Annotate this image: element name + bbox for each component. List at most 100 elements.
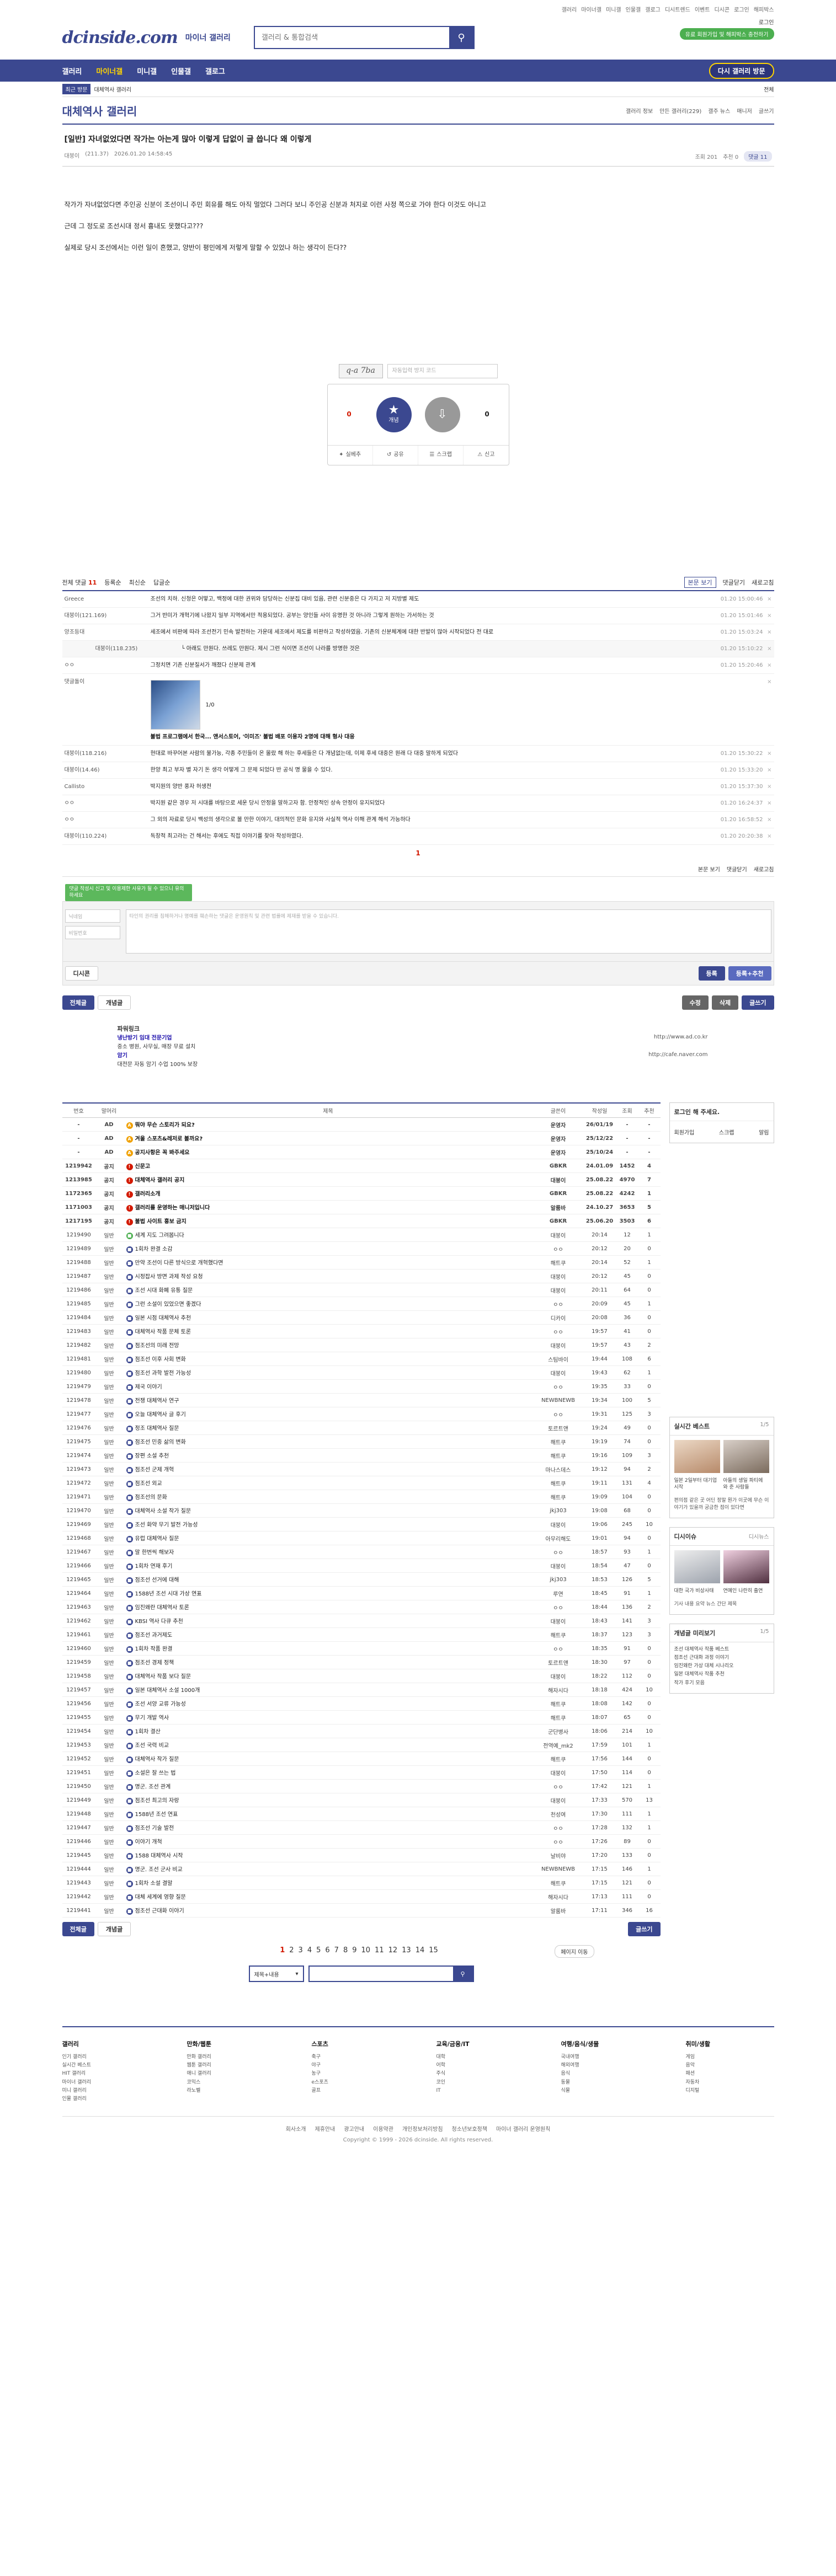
page-number[interactable]: 4 — [307, 1946, 312, 1954]
post-title-link[interactable]: 1회차 완결 소감 — [135, 1246, 173, 1252]
close-icon[interactable]: × — [763, 766, 771, 774]
search-icon[interactable]: ⚲ — [452, 1967, 473, 1981]
close-comments-button[interactable]: 댓글닫기 — [727, 865, 747, 873]
post-title-link[interactable]: 1588년 조선 연표 — [135, 1812, 178, 1818]
page-number[interactable]: 3 — [299, 1946, 303, 1954]
post-comment-count[interactable]: 댓글 11 — [744, 151, 772, 162]
close-icon[interactable]: × — [763, 816, 771, 824]
footer-link[interactable]: 주식 — [436, 2070, 525, 2078]
footer-column-title[interactable]: 스포츠 — [312, 2039, 400, 2050]
table-row[interactable]: 1219475 일반 ■ 점조선 민중 삶의 변화 해트쿠 19:19 74 0 — [62, 1434, 661, 1449]
table-row[interactable]: 1219462 일반 ■ KBSI 역사 다큐 추천 대붕이 18:43 141 3 — [62, 1614, 661, 1629]
close-icon[interactable]: × — [763, 612, 771, 620]
post-title-link[interactable]: 일본 시점 대체역사 추천 — [135, 1315, 191, 1321]
table-row[interactable]: 1219487 일반 ■ 시정잡사 방면 과제 작성 요청 대붕이 20:12 45 0 — [62, 1269, 661, 1284]
footer-link[interactable]: 자동차 — [686, 2079, 774, 2087]
page-number[interactable]: 10 — [361, 1946, 371, 1954]
ad-url[interactable]: http://www.ad.co.kr — [654, 1033, 708, 1042]
post-title-link[interactable]: 장편 소설 추천 — [135, 1453, 169, 1459]
cast-item[interactable]: 일본 대체역사 작품 추천 — [674, 1670, 769, 1679]
post-title-cell[interactable]: ■ 조선 국력 비교 — [123, 1738, 534, 1753]
best-page[interactable]: 1/5 — [760, 1422, 769, 1431]
post-title-link[interactable]: 이야기 개척 — [135, 1839, 162, 1845]
page-number[interactable]: 11 — [375, 1946, 384, 1954]
table-row[interactable]: 1219476 일반 ■ 정조 대체역사 질문 토르트앤 19:24 49 0 — [62, 1421, 661, 1436]
cell-writer[interactable]: 운영자 — [533, 1145, 583, 1160]
post-title-link[interactable]: 대체역사 작가 질문 — [135, 1756, 179, 1763]
close-icon[interactable]: × — [763, 749, 771, 758]
post-title-cell[interactable]: ■ 대체역사 소설 작가 질문 — [123, 1503, 534, 1518]
cell-writer[interactable]: 토르트앤 — [533, 1655, 583, 1670]
post-title-cell[interactable]: ■ 1회차 소설 결말 — [123, 1876, 534, 1891]
post-title-cell[interactable]: ■ 조선 시대 화폐 유통 질문 — [123, 1283, 534, 1298]
footer-column-title[interactable]: 여행/음식/생물 — [561, 2039, 649, 2050]
down-button[interactable]: ⇩ — [424, 397, 460, 432]
footer-column-title[interactable]: 교육/금융/IT — [436, 2039, 525, 2050]
post-title-link[interactable]: 1회차 결산 — [135, 1729, 161, 1735]
cell-writer[interactable]: 해자시다 — [533, 1889, 583, 1904]
cell-writer[interactable]: 해트쿠 — [533, 1490, 583, 1504]
search-input[interactable] — [254, 27, 449, 48]
post-title-link[interactable]: 1회차 연재 후기 — [135, 1563, 173, 1570]
post-title-link[interactable]: 점조선 민중 삶의 변화 — [135, 1439, 186, 1445]
close-icon[interactable]: × — [763, 783, 771, 791]
recommend-button[interactable]: ★ 개념 — [376, 397, 412, 432]
footer-bottom-link[interactable]: 청소년보호정책 — [452, 2124, 487, 2133]
cell-writer[interactable]: 대붕이 — [533, 1614, 583, 1629]
vote-action-button[interactable]: ↺ 공유 — [373, 445, 418, 465]
footer-link[interactable]: 코믹스 — [187, 2079, 275, 2087]
site-logo[interactable]: dcinside.com — [62, 28, 178, 47]
top-util-link[interactable]: 인물갤 — [626, 5, 641, 13]
scrap-link[interactable]: 스크랩 — [719, 1128, 734, 1136]
post-title-link[interactable]: 조선 서양 교류 가능성 — [135, 1701, 186, 1707]
captcha-input[interactable]: 자동입력 방지 코드 — [387, 363, 498, 378]
cell-writer[interactable]: 해트쿠 — [533, 1255, 583, 1270]
post-title-cell[interactable]: ■ 전쟁 대체역사 연구 — [123, 1393, 534, 1408]
cell-writer[interactable]: jkj303 — [533, 1572, 583, 1587]
footer-column-title[interactable]: 취미/생활 — [686, 2039, 774, 2050]
cast-item[interactable]: 조선 대체역사 작품 베스트 — [674, 1646, 769, 1654]
post-title-link[interactable]: 정조 대체역사 질문 — [135, 1426, 179, 1432]
post-title-cell[interactable]: ■ 무기 개발 역사 — [123, 1710, 534, 1725]
table-row[interactable]: 1219473 일반 ■ 점조선 군제 개혁 마나스데스 19:12 94 2 — [62, 1462, 661, 1477]
page-number[interactable]: 8 — [343, 1946, 348, 1954]
post-title-cell[interactable]: ■ KBSI 역사 다큐 추천 — [123, 1614, 534, 1629]
post-title-link[interactable]: 대체역사 갤러리 공지 — [135, 1177, 185, 1183]
footer-link[interactable]: 게임 — [686, 2053, 774, 2061]
vote-action-button[interactable]: ☰ 스크랩 — [418, 445, 464, 465]
table-row[interactable]: 1213985 공지! 대체역사 갤러리 공지 대붕이 25.08.22 4970 7 — [62, 1172, 661, 1187]
post-title-link[interactable]: 말 한번씩 해보자 — [135, 1550, 174, 1556]
footer-link[interactable]: 라노벨 — [187, 2087, 275, 2095]
footer-link[interactable]: 마이너 갤러리 — [62, 2079, 151, 2087]
cell-writer[interactable]: 날비야 — [533, 1848, 583, 1863]
cell-writer[interactable]: ㅇㅇ — [533, 1641, 583, 1656]
close-comments-button[interactable]: 댓글닫기 — [723, 578, 745, 587]
table-row[interactable]: 1219447 일반 ■ 점조선 기술 발전 ㅇㅇ 17:28 132 1 — [62, 1820, 661, 1835]
vote-action-button[interactable]: ⚠ 신고 — [464, 446, 508, 465]
post-title-link[interactable]: 점조선의 문화 — [135, 1495, 167, 1501]
table-row[interactable]: 1172365 공지! 갤러리소개 GBKR 25.08.22 4242 1 — [62, 1186, 661, 1201]
cell-writer[interactable]: 대붕이 — [533, 1765, 583, 1780]
post-title-link[interactable]: 조선 화약 무기 발전 가능성 — [135, 1522, 198, 1528]
cell-writer[interactable]: 해트쿠 — [533, 1476, 583, 1491]
table-row[interactable]: 1219490 일반 ■ 세계 지도 그려봅니다 대붕이 20:14 12 1 — [62, 1228, 661, 1243]
concept-posts-button[interactable]: 개념글 — [97, 1922, 131, 1937]
top-util-link[interactable]: 마이너갤 — [581, 5, 601, 13]
gnb-item[interactable]: 미니갤 — [137, 66, 157, 76]
table-row[interactable]: 1219441 일반 ■ 점조선 근대화 이야기 알룸바 17:11 346 16 — [62, 1903, 661, 1918]
post-title-cell[interactable]: ■ 오늘 대체역사 글 후기 — [123, 1407, 534, 1422]
post-title-link[interactable]: 1588년 조선 시대 가상 연표 — [135, 1591, 202, 1597]
comment-nick[interactable]: Callisto — [65, 783, 151, 791]
cast-item[interactable]: 임진왜란 가상 대체 시나리오 — [674, 1662, 769, 1670]
top-util-link[interactable]: 미니갤 — [606, 5, 621, 13]
post-title-cell[interactable]: ! 갤러리소개 — [123, 1186, 534, 1201]
post-title-cell[interactable]: ! 신문고 — [123, 1159, 534, 1174]
post-title-link[interactable]: 그런 소설이 있었으면 좋겠다 — [135, 1302, 201, 1308]
post-title-cell[interactable]: ■ 대체역사 작품 문체 토론 — [123, 1324, 534, 1339]
post-title-cell[interactable]: ! 갤러리를 운영하는 매니저입니다 — [123, 1200, 534, 1215]
dccon-button[interactable]: 디시콘 — [65, 966, 98, 981]
search-type-select[interactable]: 제목+내용 ▾ — [248, 1966, 304, 1983]
comment-ad-link[interactable]: 불법 프로그램에서 한국... 앤서스토어, '이미즈' 불법 배포 이용자 2… — [151, 733, 702, 741]
footer-link[interactable]: 농구 — [312, 2070, 400, 2078]
post-title-cell[interactable]: ■ 1588년 조선 시대 가상 연표 — [123, 1586, 534, 1601]
